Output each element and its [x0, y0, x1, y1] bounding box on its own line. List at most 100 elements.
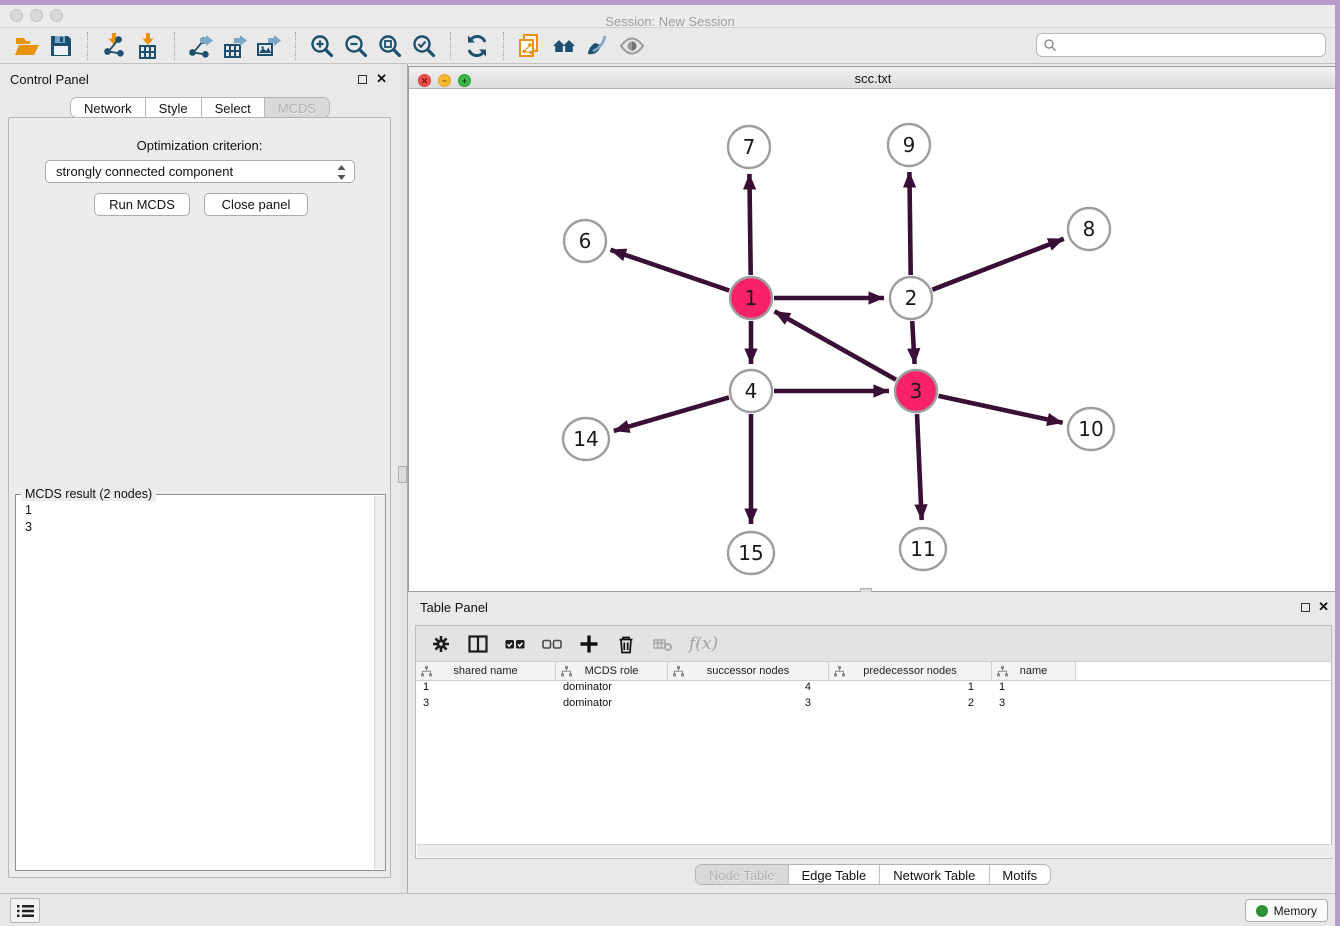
graph-node-14[interactable]: 14 — [563, 418, 609, 460]
style-brush-button[interactable] — [583, 31, 613, 61]
sort-column-icon[interactable] — [834, 666, 845, 677]
tab-node-table[interactable]: Node Table — [696, 865, 789, 884]
graph-node-2[interactable]: 2 — [890, 277, 932, 319]
open-file-button[interactable] — [12, 31, 42, 61]
eye-button[interactable] — [617, 31, 647, 61]
network-canvas[interactable]: 7 9 6 8 1 2 4 3 14 10 15 11 — [409, 89, 1337, 591]
memory-button[interactable]: Memory — [1245, 899, 1328, 922]
zoom-fit-button[interactable] — [375, 31, 405, 61]
deselect-all-button[interactable] — [539, 631, 565, 657]
graph-edge-2-3[interactable] — [912, 321, 914, 364]
table-cell[interactable]: 3 — [992, 697, 1076, 713]
tab-select[interactable]: Select — [202, 98, 265, 117]
vertical-split-grip[interactable] — [398, 466, 407, 483]
graph-node-label: 3 — [910, 379, 923, 403]
close-panel-icon[interactable]: ✕ — [376, 71, 387, 87]
table-row[interactable]: 3dominator323 — [416, 697, 1331, 713]
graph-edge-1-7[interactable] — [749, 174, 750, 275]
table-cell[interactable]: dominator — [556, 697, 668, 713]
graph-node-10[interactable]: 10 — [1068, 408, 1114, 450]
table-cell[interactable]: 2 — [829, 697, 992, 713]
graph-node-8[interactable]: 8 — [1068, 208, 1110, 250]
select-all-button[interactable] — [502, 631, 528, 657]
tab-network-table[interactable]: Network Table — [880, 865, 989, 884]
export-table-icon — [222, 33, 248, 59]
zoom-out-button[interactable] — [341, 31, 371, 61]
column-header-label: MCDS role — [585, 665, 639, 677]
column-header-name[interactable]: name — [992, 662, 1076, 681]
sort-column-icon[interactable] — [561, 666, 572, 677]
graph-edge-1-6[interactable] — [611, 250, 730, 291]
graph-node-7[interactable]: 7 — [728, 126, 770, 168]
table-cell[interactable]: 1 — [992, 681, 1076, 697]
graph-node-9[interactable]: 9 — [888, 124, 930, 166]
table-cell[interactable]: 3 — [668, 697, 829, 713]
delete-row-button[interactable] — [613, 631, 639, 657]
home-button[interactable] — [549, 31, 579, 61]
sort-column-icon[interactable] — [421, 666, 432, 677]
graph-node-15[interactable]: 15 — [728, 532, 774, 574]
column-header-label: successor nodes — [707, 665, 790, 677]
graph-node-6[interactable]: 6 — [564, 220, 606, 262]
optimization-dropdown[interactable]: strongly connected component — [45, 160, 355, 183]
close-table-panel-icon[interactable]: ✕ — [1318, 599, 1329, 615]
float-panel-icon[interactable] — [358, 73, 367, 87]
add-row-button[interactable] — [576, 631, 602, 657]
export-image-button[interactable] — [254, 31, 284, 61]
table-hscrollbar[interactable] — [417, 844, 1332, 857]
column-header-shared-name[interactable]: shared name — [416, 662, 556, 681]
columns-button[interactable] — [465, 631, 491, 657]
export-network-button[interactable] — [186, 31, 216, 61]
import-network-button[interactable] — [99, 31, 129, 61]
app-titlebar: Session: New Session — [0, 5, 1340, 28]
column-header-predecessor-nodes[interactable]: predecessor nodes — [829, 662, 992, 681]
tab-edge-table[interactable]: Edge Table — [788, 865, 880, 884]
graph-node-4[interactable]: 4 — [730, 370, 772, 412]
run-mcds-button[interactable]: Run MCDS — [94, 193, 190, 216]
clone-network-button[interactable] — [515, 31, 545, 61]
search-field[interactable] — [1036, 33, 1326, 57]
column-header-successor-nodes[interactable]: successor nodes — [668, 662, 829, 681]
graph-node-11[interactable]: 11 — [900, 528, 946, 570]
graph-node-label: 1 — [745, 286, 758, 310]
table-cell[interactable]: 3 — [416, 697, 556, 713]
float-table-panel-icon[interactable] — [1301, 601, 1310, 615]
graph-edge-3-1[interactable] — [775, 311, 897, 379]
graph-node-label: 14 — [573, 427, 598, 451]
tab-network[interactable]: Network — [71, 98, 146, 117]
graph-node-1[interactable]: 1 — [730, 277, 772, 319]
zoom-selected-button[interactable] — [409, 31, 439, 61]
control-panel-title: Control Panel — [10, 72, 89, 87]
column-header-label: predecessor nodes — [863, 665, 957, 677]
result-scrollbar[interactable] — [374, 496, 385, 869]
tab-motifs[interactable]: Motifs — [989, 865, 1050, 884]
network-window-titlebar[interactable]: ✕−+ scc.txt — [409, 67, 1337, 89]
table-cell[interactable]: dominator — [556, 681, 668, 697]
table-cell[interactable]: 1 — [829, 681, 992, 697]
graph-edge-2-9[interactable] — [909, 172, 910, 275]
zoom-in-button[interactable] — [307, 31, 337, 61]
import-table-button[interactable] — [133, 31, 163, 61]
close-panel-button[interactable]: Close panel — [204, 193, 308, 216]
table-cell[interactable]: 1 — [416, 681, 556, 697]
sort-column-icon[interactable] — [997, 666, 1008, 677]
table-cell[interactable]: 4 — [668, 681, 829, 697]
zoom-selected-icon — [411, 33, 437, 59]
graph-edge-2-8[interactable] — [932, 239, 1063, 290]
graph-edge-3-11[interactable] — [917, 414, 922, 520]
gear-button[interactable] — [428, 631, 454, 657]
tab-style[interactable]: Style — [146, 98, 202, 117]
save-session-button[interactable] — [46, 31, 76, 61]
graph-edge-3-10[interactable] — [939, 396, 1063, 423]
graph-node-3[interactable]: 3 — [895, 370, 937, 412]
graph-edge-4-14[interactable] — [614, 397, 729, 431]
search-input[interactable] — [1057, 35, 1325, 55]
refresh-layout-button[interactable] — [462, 31, 492, 61]
tab-mcds[interactable]: MCDS — [265, 98, 329, 117]
column-header-MCDS-role[interactable]: MCDS role — [556, 662, 668, 681]
table-row[interactable]: 1dominator411 — [416, 681, 1331, 697]
sort-column-icon[interactable] — [673, 666, 684, 677]
delete-table-button[interactable] — [650, 631, 676, 657]
export-table-button[interactable] — [220, 31, 250, 61]
task-history-button[interactable] — [10, 898, 40, 923]
